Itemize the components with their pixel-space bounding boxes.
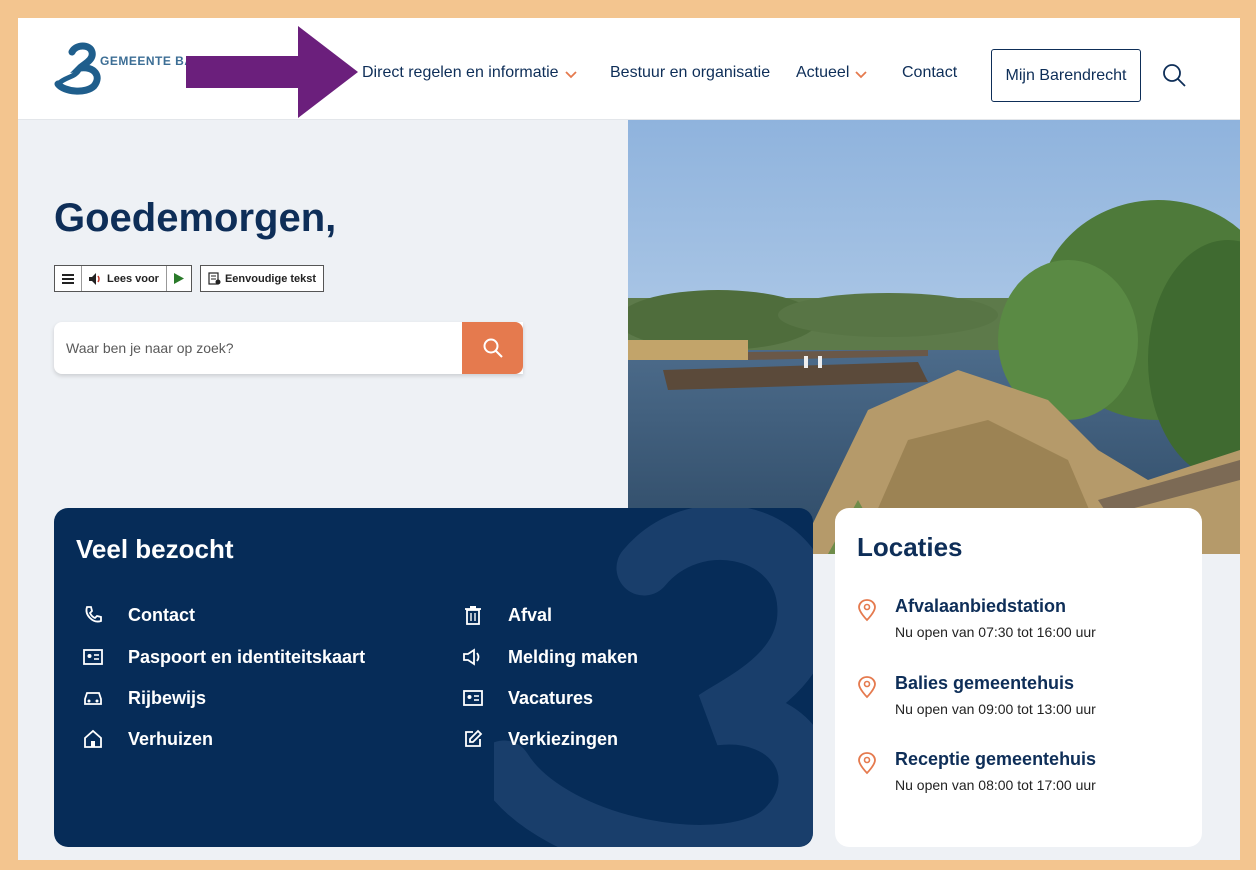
link-contact[interactable]: Contact xyxy=(82,604,195,626)
link-verhuizen[interactable]: Verhuizen xyxy=(82,728,213,750)
barendrecht-b-logo-icon xyxy=(54,42,101,95)
location-hours: Nu open van 07:30 tot 16:00 uur xyxy=(895,624,1096,640)
search-form xyxy=(54,322,523,374)
chevron-down-icon xyxy=(564,67,577,82)
readspeaker-toolbar: Lees voor Eenvoudige tekst xyxy=(54,265,325,292)
menu-icon[interactable] xyxy=(55,266,82,291)
link-paspoort[interactable]: Paspoort en identiteitskaart xyxy=(82,646,365,668)
link-label: Verkiezingen xyxy=(508,728,619,749)
search-icon xyxy=(483,338,503,358)
search-input[interactable] xyxy=(54,322,462,374)
link-label: Paspoort en identiteitskaart xyxy=(128,646,366,667)
nav-contact[interactable]: Contact xyxy=(902,64,957,82)
landscape-photo xyxy=(628,120,1240,554)
lees-voor-button[interactable]: Lees voor xyxy=(82,266,167,291)
link-label: Contact xyxy=(128,604,195,625)
play-icon[interactable] xyxy=(167,266,191,291)
link-melding-maken[interactable]: Melding maken xyxy=(462,646,638,668)
map-pin-icon xyxy=(858,752,876,775)
chevron-down-icon xyxy=(855,67,868,82)
link-label: Afval xyxy=(508,604,553,625)
eenvoudige-tekst-cell: Eenvoudige tekst xyxy=(201,266,323,291)
link-rijbewijs[interactable]: Rijbewijs xyxy=(82,687,206,709)
nav-actueel[interactable]: Actueel xyxy=(796,64,868,82)
hero-photo xyxy=(628,120,1240,554)
location-hours: Nu open van 08:00 tot 17:00 uur xyxy=(895,777,1096,793)
link-verkiezingen[interactable]: Verkiezingen xyxy=(462,728,618,750)
link-vacatures[interactable]: Vacatures xyxy=(462,687,593,709)
annotation-arrow xyxy=(186,26,358,118)
nav-direct-regelen[interactable]: Direct regelen en informatie xyxy=(362,64,577,82)
document-icon xyxy=(208,272,221,285)
nav-label: Direct regelen en informatie xyxy=(362,64,559,81)
eenvoudige-tekst-label: Eenvoudige tekst xyxy=(224,272,317,285)
link-label: Rijbewijs xyxy=(128,687,207,708)
id-card-icon xyxy=(462,687,484,709)
lees-voor-label: Lees voor xyxy=(107,272,159,285)
readspeaker-controls: Lees voor xyxy=(54,265,192,292)
nav-label: Actueel xyxy=(796,64,850,81)
site-header: GEMEENTE BARENDRECHT Direct regelen en i… xyxy=(18,18,1240,120)
car-icon xyxy=(82,687,104,709)
veel-bezocht-title: Veel bezocht xyxy=(76,534,234,564)
link-label: Vacatures xyxy=(508,687,594,708)
decorative-b-icon xyxy=(494,508,813,847)
edit-icon xyxy=(462,728,484,750)
nav-label: Contact xyxy=(902,64,958,81)
locaties-panel: Locaties Afvalaanbiedstation Nu open van… xyxy=(835,508,1202,847)
megaphone-icon xyxy=(462,646,484,668)
id-card-icon xyxy=(82,646,104,668)
location-name: Afvalaanbiedstation xyxy=(895,596,1067,616)
eenvoudige-tekst-button[interactable]: Eenvoudige tekst xyxy=(199,265,325,292)
locaties-title: Locaties xyxy=(857,532,963,562)
search-icon[interactable] xyxy=(1161,62,1187,88)
mijn-barendrecht-button[interactable]: Mijn Barendrecht xyxy=(991,49,1141,102)
veel-bezocht-panel: Veel bezocht Contact Paspoort en identit… xyxy=(54,508,813,847)
search-button[interactable] xyxy=(462,322,523,374)
phone-icon xyxy=(82,604,104,626)
location-name: Receptie gemeentehuis xyxy=(895,749,1097,769)
link-label: Melding maken xyxy=(508,646,639,667)
nav-label: Bestuur en organisatie xyxy=(610,64,771,81)
speaker-icon xyxy=(89,272,100,285)
nav-bestuur[interactable]: Bestuur en organisatie xyxy=(610,64,770,82)
page-frame: GEMEENTE BARENDRECHT Direct regelen en i… xyxy=(18,18,1240,860)
link-label: Verhuizen xyxy=(128,728,214,749)
home-icon xyxy=(82,728,104,750)
link-afval[interactable]: Afval xyxy=(462,604,552,626)
map-pin-icon xyxy=(858,676,876,699)
greeting-heading: Goedemorgen, xyxy=(54,196,337,240)
location-hours: Nu open van 09:00 tot 13:00 uur xyxy=(895,701,1096,717)
map-pin-icon xyxy=(858,599,876,622)
trash-icon xyxy=(462,604,484,626)
location-name: Balies gemeentehuis xyxy=(895,673,1075,693)
